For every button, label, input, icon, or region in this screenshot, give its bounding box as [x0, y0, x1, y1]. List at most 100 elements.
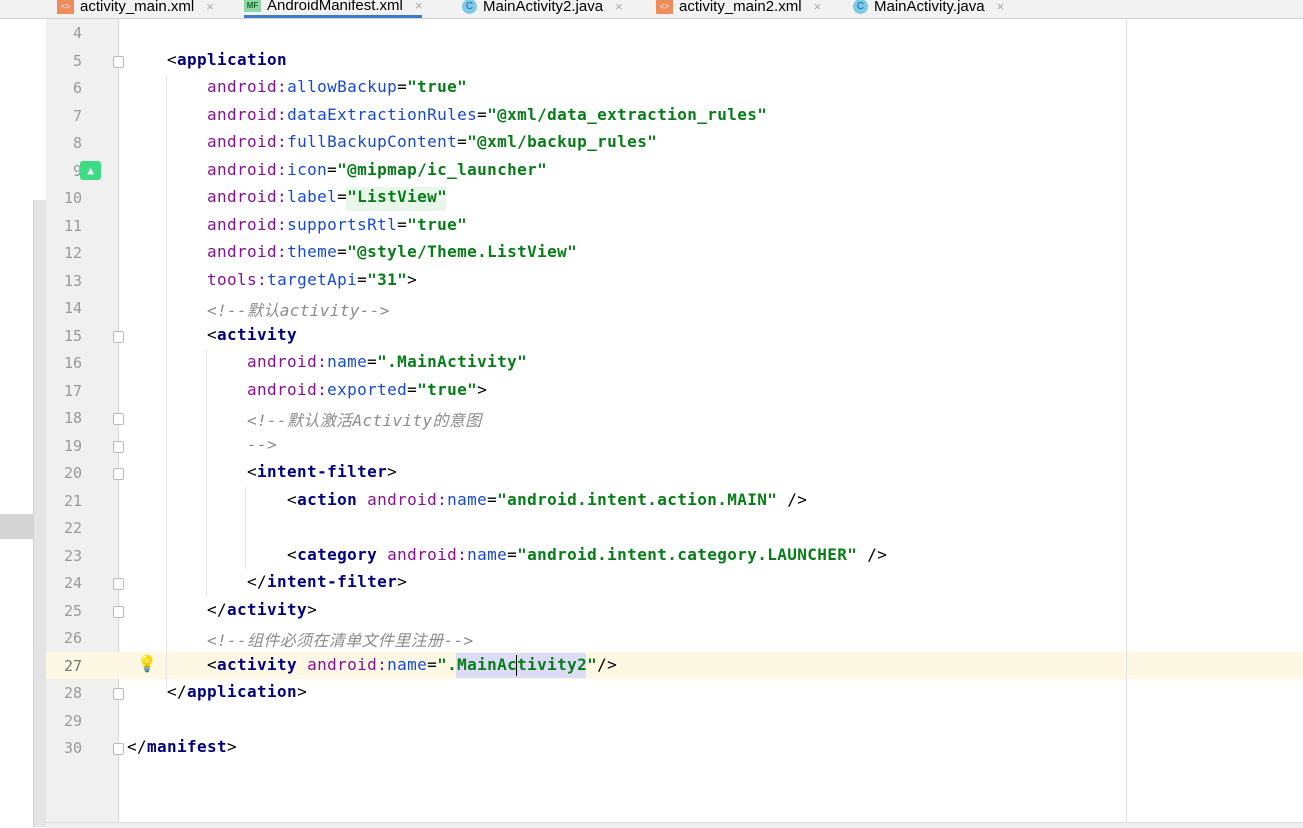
fold-marker-icon[interactable]	[113, 330, 124, 343]
code-line[interactable]: <action android:name="android.intent.act…	[127, 490, 807, 509]
code-token: =	[487, 489, 498, 509]
code-token: ".MainActivity2"	[437, 654, 598, 674]
code-line[interactable]: android:theme="@style/Theme.ListView"	[127, 242, 577, 261]
code-line[interactable]: <activity	[127, 325, 297, 344]
right-margin-guide	[1126, 19, 1127, 827]
code-line[interactable]: android:exported="true">	[127, 380, 487, 399]
fold-marker-icon[interactable]	[113, 440, 124, 453]
code-token: =	[397, 77, 408, 96]
code-line[interactable]: <application	[127, 50, 287, 69]
code-line[interactable]: -->	[127, 435, 277, 454]
fold-marker-icon[interactable]	[113, 605, 124, 618]
code-line[interactable]: </application>	[127, 682, 307, 701]
line-number: 16	[63, 354, 82, 372]
fold-marker-icon[interactable]	[113, 468, 124, 480]
xml-file-icon: <>	[656, 0, 673, 14]
fold-marker-icon[interactable]	[113, 55, 124, 68]
tab-mainactivity-java[interactable]: C MainActivity.java ×	[853, 0, 1004, 18]
code-token: theme	[287, 242, 338, 261]
line-number: 9	[72, 161, 82, 180]
code-token: />	[777, 489, 808, 509]
code-token: targetApi	[267, 269, 358, 289]
tab-label: AndroidManifest.xml	[267, 0, 403, 14]
code-token: android:	[207, 132, 288, 151]
close-icon[interactable]: ×	[415, 0, 423, 13]
android-icon[interactable]: ▲	[80, 161, 101, 180]
code-line[interactable]: android:fullBackupContent="@xml/backup_r…	[127, 132, 657, 151]
fold-marker-icon[interactable]	[113, 578, 124, 590]
line-number: 5	[72, 51, 82, 70]
code-token: "@xml/data_extraction_rules"	[487, 104, 768, 124]
close-icon[interactable]: ×	[997, 0, 1005, 14]
code-token: supportsRtl	[287, 214, 398, 234]
fold-marker-icon[interactable]	[113, 413, 124, 425]
code-token: =	[457, 132, 468, 151]
code-line[interactable]: </activity>	[127, 600, 317, 619]
line-number: 19	[63, 436, 82, 455]
code-line[interactable]: <intent-filter>	[127, 462, 397, 481]
line-number: 7	[72, 106, 82, 125]
java-class-icon: C	[853, 0, 868, 14]
code-line[interactable]: <category android:name="android.intent.c…	[127, 545, 887, 564]
code-line[interactable]: <activity android:name=".MainActivity2"/…	[127, 655, 617, 674]
manifest-file-icon: MF	[244, 0, 261, 12]
code-token: android:	[207, 187, 288, 206]
code-line[interactable]: android:supportsRtl="true"	[127, 215, 467, 234]
code-line[interactable]: android:dataExtractionRules="@xml/data_e…	[127, 105, 767, 124]
line-number: 21	[63, 491, 82, 510]
code-line[interactable]: <!--默认activity-->	[127, 297, 390, 321]
tab-activity_main2-xml[interactable]: <> activity_main2.xml ×	[656, 0, 821, 18]
fold-marker-icon[interactable]	[113, 743, 124, 755]
code-token: >	[307, 599, 318, 619]
fold-marker-icon[interactable]	[113, 688, 124, 700]
code-line[interactable]: android:name=".MainActivity"	[127, 352, 527, 371]
code-token: activity	[217, 324, 298, 344]
line-number: 15	[63, 326, 82, 345]
code-line[interactable]: <!--默认激活Activity的意图	[127, 407, 482, 431]
close-icon[interactable]: ×	[206, 0, 214, 14]
code-line[interactable]: android:icon="@mipmap/ic_launcher"	[127, 160, 547, 179]
xml-file-icon: <>	[57, 0, 74, 14]
code-token: =	[397, 214, 408, 234]
code-token: =	[507, 544, 518, 564]
close-icon[interactable]: ×	[814, 0, 822, 14]
code-line[interactable]: android:label="ListView"	[127, 187, 447, 206]
code-token: "@mipmap/ic_launcher"	[337, 159, 548, 179]
code-line[interactable]: tools:targetApi="31">	[127, 270, 417, 289]
line-number: 23	[63, 546, 82, 565]
side-scroll-strip[interactable]	[33, 200, 47, 827]
code-token: =	[327, 159, 338, 179]
code-line[interactable]: android:allowBackup="true"	[127, 77, 467, 96]
code-token: =	[357, 269, 368, 289]
close-icon[interactable]: ×	[615, 0, 623, 14]
line-number: 11	[63, 216, 82, 235]
code-token: name	[387, 654, 428, 674]
lightbulb-icon[interactable]: 💡	[137, 654, 157, 673]
code-token: <	[127, 489, 298, 509]
code-line[interactable]: </intent-filter>	[127, 572, 407, 591]
java-class-icon: C	[462, 0, 477, 14]
tab-androidmanifest-xml[interactable]: MF AndroidManifest.xml ×	[244, 0, 423, 18]
code-token: <!--组件必须在清单文件里注册-->	[207, 631, 474, 650]
tab-mainactivity2-java[interactable]: C MainActivity2.java ×	[462, 0, 623, 18]
code-token: android:	[247, 352, 328, 371]
code-token: "@style/Theme.ListView"	[347, 242, 578, 261]
tab-activity_main-xml[interactable]: <> activity_main.xml ×	[57, 0, 214, 18]
code-token: >	[477, 379, 488, 399]
horizontal-scrollbar[interactable]	[46, 822, 1303, 828]
code-line[interactable]: </manifest>	[127, 737, 237, 756]
code-token: =	[407, 379, 418, 399]
code-token: android:	[207, 159, 288, 179]
line-number: 22	[63, 519, 82, 537]
code-line[interactable]: <!--组件必须在清单文件里注册-->	[127, 627, 474, 651]
